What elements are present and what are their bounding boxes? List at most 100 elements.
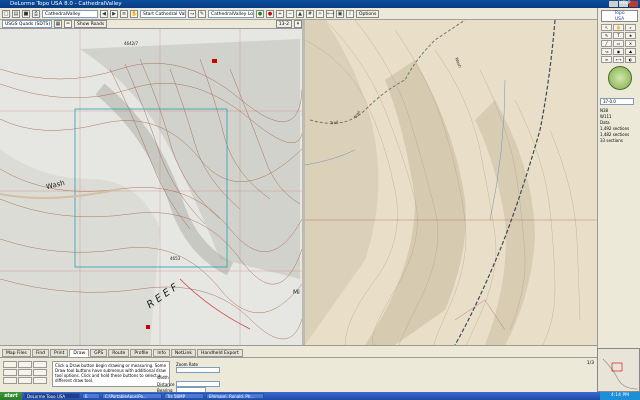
overview-minimap[interactable] [597,348,640,392]
route-tool-icon[interactable]: ↝ [601,48,612,55]
tab-gps[interactable]: GPS [90,349,108,357]
coordinate-lat: N38 [600,108,609,113]
line-tool-icon[interactable]: ╱ [601,40,612,47]
open-icon[interactable]: ▤ [12,9,20,18]
view-tool-icon[interactable]: ◐ [625,56,636,63]
layer-tool-icon[interactable]: ≡ [601,56,612,63]
edit-icon[interactable]: ✎ [198,9,206,18]
draw-text-icon[interactable] [18,369,32,376]
gps-icon[interactable]: ● [256,9,264,18]
stop-icon[interactable]: ● [266,9,274,18]
tab-draw[interactable]: Draw [69,349,90,357]
draw-erase-icon[interactable] [18,377,32,384]
pan-tool-icon[interactable]: ✋ [613,24,624,31]
area-tool-icon[interactable]: ▭ [613,40,624,47]
label-elevation-2: 4653 [170,256,181,261]
map-data-select[interactable]: USGS Quads (SDTS) [2,20,52,28]
tab-find[interactable]: Find [31,349,50,357]
print-icon[interactable]: ⎙ [32,9,40,18]
compass-rose-icon[interactable] [608,66,632,90]
draw-route-icon[interactable] [3,377,17,384]
windows-taskbar: start DeLorme Topo USA E C:\PortableApps\P… [0,392,640,400]
draw-measure-icon[interactable] [33,369,47,376]
draw-line-icon[interactable] [18,361,32,368]
window-title-bar: DeLorme Topo USA 8.0 - CathedralValley [0,0,640,8]
back-icon[interactable]: ◀ [100,9,108,18]
tab-route[interactable]: Route [108,349,130,357]
sidebar-zoom-select[interactable]: 37-0.0 [600,98,634,105]
label-mi: Mi [293,289,300,296]
coordinate-lon: W111 [600,114,612,119]
info-line-3: 1,482 sections [600,132,630,137]
minimize-button[interactable] [609,1,618,7]
symbol-tool-icon[interactable]: ★ [625,32,636,39]
draw-symbol-icon[interactable] [3,369,17,376]
draw-pencil-icon[interactable] [3,361,17,368]
forward-icon[interactable]: ▶ [110,9,118,18]
layers-icon[interactable]: ≡ [120,9,128,18]
help-link[interactable]: HELP [619,0,630,8]
page-label: 1/3 [586,361,594,366]
zoom-out-icon[interactable]: − [286,9,294,18]
taskbar-item[interactable]: DeLorme Topo USA [24,393,80,399]
zoom-tool-icon[interactable]: ⌕ [625,24,636,31]
taskbar-item[interactable]: Ehlmann, Ronald, Ph... [206,393,264,399]
taskbar-item[interactable]: Trs 5BMP [164,393,204,399]
tab-print[interactable]: Print [50,349,69,357]
taskbar-item[interactable]: C:\PortableApps\Po... [102,393,162,399]
info-line-1: Data [600,120,610,125]
navigation-sidebar: Topo USA ↖ ✋ ⌕ ✎ T ★ ╱ ▭ ✕ ↝ ◉ ⛰ ≡ ⟷ ◐ [597,8,640,348]
measure-tool-icon[interactable]: ⟷ [613,56,624,63]
left-map-menu-icon[interactable]: ▾ [294,20,302,28]
zoom-in-icon[interactable]: + [276,9,284,18]
route-select[interactable]: Start Cathedral Valley [140,9,186,18]
logo-line2: USA [614,16,625,22]
roads-icon[interactable]: ═ [64,20,72,28]
left-topo-map[interactable]: Wash R E E F 4642/7 4653 Mi [0,29,302,345]
map-name-select[interactable]: CathedralValley [42,9,98,18]
left-zoom-level[interactable]: 13-2 [275,20,292,28]
bottom-page-indicator[interactable]: 1/3 [587,361,594,366]
measure-icon[interactable]: ⟷ [326,9,334,18]
width-label: Width [157,375,169,380]
tab-netlink[interactable]: NetLink [170,349,196,357]
text-tool-icon[interactable]: T [613,32,624,39]
new-map-icon[interactable]: □ [2,9,10,18]
show-roads-button[interactable]: Show Roads [74,20,108,28]
zoom-rate-input[interactable] [176,367,220,373]
tab-info[interactable]: Info [153,349,170,357]
photo-icon[interactable]: ▣ [336,9,344,18]
gps-tool-icon[interactable]: ◉ [613,48,624,55]
draw-tab-body: Click a Draw button begin drawing or mea… [0,357,597,393]
window-title: DeLorme Topo USA 8.0 - CathedralValley [10,1,122,7]
profile-tool-icon[interactable]: ⛰ [625,48,636,55]
grid-icon[interactable]: # [306,9,314,18]
taskbar-item[interactable]: E [82,393,100,399]
save-icon[interactable]: ■ [22,9,30,18]
tab-map-files[interactable]: Map Files [2,349,31,357]
draw-tool-icon[interactable]: ✎ [601,32,612,39]
start-button[interactable]: start [0,392,22,400]
options-button[interactable]: Options [356,9,380,18]
sidebar-tool-grid: ↖ ✋ ⌕ ✎ T ★ ╱ ▭ ✕ ↝ ◉ ⛰ ≡ ⟷ ◐ [601,24,638,63]
compass-icon[interactable]: ✧ [316,9,324,18]
draw-area-icon[interactable] [33,361,47,368]
bottom-control-panel: Map Files Find Print Draw GPS Route Profile Inf… [0,345,597,393]
select-tool-icon[interactable]: ↖ [601,24,612,31]
route-icon[interactable]: ↝ [188,9,196,18]
bottom-tabs: Map Files Find Print Draw GPS Route Profile Inf… [0,349,243,357]
right-3d-map-graphic [305,20,597,345]
taskbar-clock: 4:14 PM [600,392,640,400]
layer-toggle-icon[interactable]: ▦ [54,20,62,28]
info-icon[interactable]: i [346,9,354,18]
draw-file-icon[interactable] [33,377,47,384]
minimap-graphic [602,358,639,390]
3d-icon[interactable]: ▲ [296,9,304,18]
tab-handheld-export[interactable]: Handheld Export [196,349,243,357]
right-3d-map[interactable]: Trail Trail Wash [305,20,597,345]
task-list: DeLorme Topo USA E C:\PortableApps\Po... Tr… [24,393,264,399]
route-select-2[interactable]: CathedralValley Loop Ed 2 [208,9,254,18]
tab-profile[interactable]: Profile [130,349,153,357]
hand-icon[interactable]: ✋ [130,9,138,18]
erase-tool-icon[interactable]: ✕ [625,40,636,47]
